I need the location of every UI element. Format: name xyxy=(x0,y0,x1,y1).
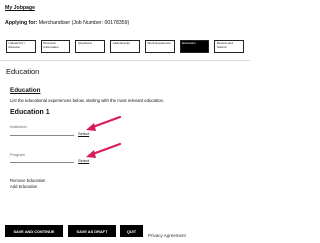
annotation-arrow-icon xyxy=(86,142,122,158)
education-description: List the educational experiences below, … xyxy=(10,98,165,103)
step-education[interactable]: Education xyxy=(179,40,210,53)
education-link[interactable]: Education xyxy=(10,87,40,94)
annotation-arrow-icon xyxy=(86,115,122,131)
program-input[interactable] xyxy=(10,156,74,163)
step-review-submit[interactable]: Review and Submit xyxy=(214,40,245,53)
applying-for-label: Applying for: xyxy=(5,20,38,26)
add-education-link[interactable]: Add Education xyxy=(10,184,37,189)
breadcrumb-my-jobpage[interactable]: My Jobpage xyxy=(5,5,35,11)
remove-education-link[interactable]: Remove Education xyxy=(10,178,45,183)
education-entry-title: Education 1 xyxy=(10,109,50,116)
step-navigation: Upload CV / Resume Personal Information … xyxy=(6,40,245,53)
step-work-experience[interactable]: Work Experience xyxy=(144,40,175,53)
step-attachments[interactable]: Attachments xyxy=(110,40,140,53)
divider xyxy=(0,60,250,61)
step-questions[interactable]: Questions xyxy=(75,40,106,53)
page-title: Education xyxy=(6,67,40,76)
privacy-agreement-link[interactable]: Privacy Agreement xyxy=(148,233,186,238)
step-upload-cv[interactable]: Upload CV / Resume xyxy=(6,40,36,53)
job-title: Merchandiser (Job Number: 00178359) xyxy=(38,20,130,26)
save-and-continue-button[interactable]: SAVE AND CONTINUE xyxy=(5,225,63,237)
applying-for-heading: Applying for: Merchandiser (Job Number: … xyxy=(5,20,129,26)
save-as-draft-button[interactable]: SAVE AS DRAFT xyxy=(68,225,116,237)
quit-button[interactable]: QUIT xyxy=(120,225,143,237)
step-personal-information[interactable]: Personal Information xyxy=(40,40,71,53)
institution-input[interactable] xyxy=(10,129,74,136)
